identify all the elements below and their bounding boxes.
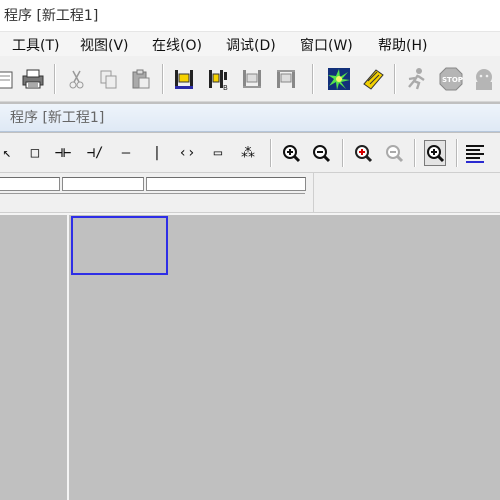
ladder-header-row <box>0 173 500 213</box>
ladder-view-icon[interactable] <box>172 66 198 92</box>
toolbar-separator <box>54 64 55 94</box>
zoom-in-icon[interactable] <box>280 140 302 166</box>
user-icon[interactable] <box>472 66 498 92</box>
header-cell <box>62 177 144 191</box>
menu-online[interactable]: 在线(O) <box>152 35 202 55</box>
paste-icon[interactable] <box>128 66 154 92</box>
menu-bar: 工具(T) 视图(V) 在线(O) 调试(D) 窗口(W) 帮助(H) <box>0 32 500 56</box>
rung-gutter <box>0 215 66 500</box>
header-divider <box>313 173 314 213</box>
ladder-compare-icon[interactable] <box>274 66 300 92</box>
box-icon[interactable]: □ <box>24 140 46 166</box>
toolbar-separator <box>342 139 343 167</box>
zoom-out-disabled-icon[interactable] <box>383 140 405 166</box>
window-title-bar: 程序 [新工程1] <box>0 0 500 32</box>
function-block-icon[interactable]: ▭ <box>207 140 229 166</box>
svg-text:B: B <box>223 84 228 92</box>
toolbar-separator <box>394 64 395 94</box>
header-cell <box>0 177 60 191</box>
normally-open-contact-icon[interactable]: ⊣⊢ <box>52 140 74 166</box>
toolbar-separator <box>456 139 457 167</box>
toolbar-separator <box>270 139 271 167</box>
run-icon[interactable] <box>404 66 430 92</box>
menu-debug[interactable]: 调试(D) <box>226 35 276 55</box>
menu-tools[interactable]: 工具(T) <box>12 35 59 55</box>
editor-cursor[interactable] <box>71 216 168 275</box>
vertical-line-icon[interactable]: | <box>146 140 168 166</box>
download-icon[interactable] <box>360 66 386 92</box>
copy-icon[interactable] <box>96 66 122 92</box>
svg-text:STOP: STOP <box>442 76 463 84</box>
print-preview-icon[interactable] <box>0 66 20 92</box>
menu-view[interactable]: 视图(V) <box>80 35 129 55</box>
ladder-monitor-icon[interactable] <box>240 66 266 92</box>
delete-line-icon[interactable]: ⁂ <box>237 140 259 166</box>
cut-icon[interactable] <box>64 66 90 92</box>
zoom-fit-icon[interactable] <box>424 140 446 166</box>
zoom-out-icon[interactable] <box>310 140 332 166</box>
main-toolbar: B STOP <box>0 56 500 102</box>
stop-icon[interactable]: STOP <box>438 66 464 92</box>
coil-icon[interactable]: ‹› <box>176 140 198 166</box>
normally-closed-contact-icon[interactable]: ⊣/⊢ <box>84 140 106 187</box>
toolbar-separator <box>414 139 415 167</box>
ladder-block-icon[interactable]: B <box>206 66 232 92</box>
toolbar-separator <box>162 64 163 94</box>
toolbar-separator <box>312 64 313 94</box>
zoom-in-red-icon[interactable] <box>352 140 374 166</box>
header-cell <box>146 177 306 191</box>
ladder-instruction-toolbar: ↖ □ ⊣⊢ ⊣/⊢ — | ‹› ▭ ⁂ <box>0 133 500 187</box>
menu-help[interactable]: 帮助(H) <box>378 35 427 55</box>
document-title-bar: 程序 [新工程1] <box>0 104 500 132</box>
window-title: 程序 [新工程1] <box>4 8 99 24</box>
header-divider <box>0 193 305 194</box>
online-monitor-icon[interactable] <box>326 66 352 92</box>
horizontal-line-icon[interactable]: — <box>115 140 137 166</box>
select-arrow-icon[interactable]: ↖ <box>0 140 18 166</box>
menu-window[interactable]: 窗口(W) <box>300 35 353 55</box>
print-icon[interactable] <box>20 66 46 92</box>
align-left-icon[interactable] <box>464 140 486 166</box>
document-title: 程序 [新工程1] <box>10 110 105 126</box>
